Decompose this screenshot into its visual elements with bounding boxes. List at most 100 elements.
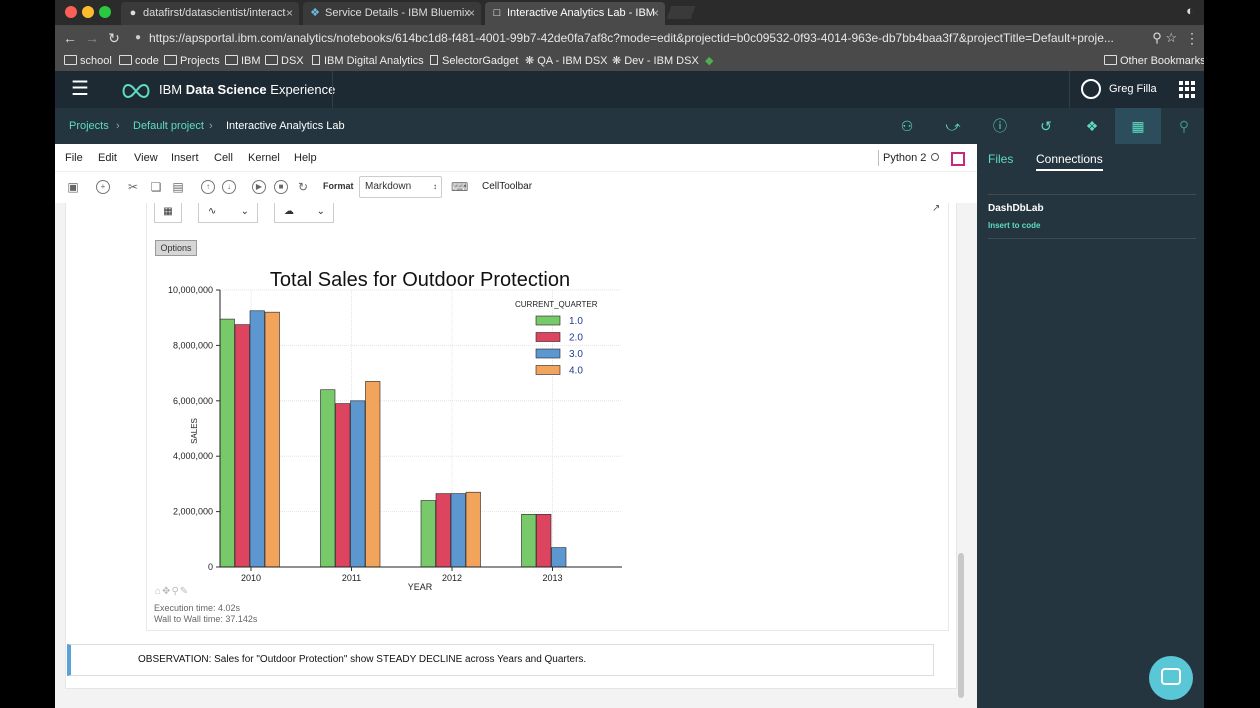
- maximize-window-button[interactable]: [99, 6, 111, 18]
- move-down-icon[interactable]: ↓: [222, 180, 236, 194]
- menu-kernel[interactable]: Kernel: [248, 152, 280, 164]
- restart-icon[interactable]: ↻: [296, 180, 310, 194]
- bookmark-folder[interactable]: school: [64, 54, 112, 68]
- chat-icon: [1161, 668, 1181, 685]
- zoom-icon[interactable]: ⚲: [171, 586, 179, 597]
- add-cell-icon[interactable]: +: [96, 180, 110, 194]
- kernel-name: Python 2: [883, 152, 927, 164]
- extension-bookmark[interactable]: ◆: [705, 54, 713, 68]
- bookmark-label: DSX: [281, 55, 304, 67]
- bookmark-link[interactable]: ❋ QA - IBM DSX: [525, 54, 608, 68]
- minimize-window-button[interactable]: [82, 6, 94, 18]
- menu-view[interactable]: View: [134, 152, 158, 164]
- share-icon[interactable]: ⤻: [930, 108, 976, 144]
- bookmark-folder[interactable]: code: [119, 54, 159, 68]
- chevron-down-icon: ⌄: [316, 206, 325, 217]
- close-window-button[interactable]: [65, 6, 77, 18]
- bookmark-star-icon[interactable]: ☆: [1165, 30, 1177, 45]
- page-icon: [430, 55, 438, 65]
- expand-icon[interactable]: ↗: [932, 203, 940, 214]
- save-icon[interactable]: ▣: [66, 180, 80, 194]
- cloud-download-icon: ☁: [284, 206, 294, 217]
- close-tab-icon[interactable]: ×: [286, 2, 293, 25]
- cut-icon[interactable]: ✂: [126, 180, 140, 194]
- code-cell[interactable]: ▦ ∿ ⌄ ☁ ⌄ ↗ Options 0 2,000,000 4,000,000 6,0…: [65, 203, 957, 689]
- close-tab-icon[interactable]: ×: [652, 2, 659, 25]
- menu-edit[interactable]: Edit: [98, 152, 117, 164]
- menu-dots-icon[interactable]: ⋮: [1183, 29, 1201, 47]
- format-select[interactable]: Markdown ↕: [359, 176, 442, 198]
- browser-tab[interactable]: ● datafirst/datascientist/interact ×: [121, 2, 299, 25]
- paste-icon[interactable]: ▤: [171, 180, 185, 194]
- scrollbar[interactable]: [958, 553, 964, 698]
- browser-tab-active[interactable]: □ Interactive Analytics Lab - IBM ×: [485, 2, 665, 25]
- keyboard-icon[interactable]: ⌨: [451, 180, 468, 194]
- bookmark-link[interactable]: SelectorGadget: [430, 54, 518, 68]
- other-bookmarks[interactable]: Other Bookmarks: [1104, 54, 1204, 68]
- info-icon[interactable]: ⓘ: [977, 108, 1023, 144]
- legend-swatch: [535, 315, 561, 326]
- menu-help[interactable]: Help: [294, 152, 317, 164]
- celltoolbar-button[interactable]: CellToolbar: [482, 181, 532, 192]
- user-menu[interactable]: Greg Filla: [1081, 71, 1157, 108]
- search-icon[interactable]: ⚲: [1161, 108, 1204, 144]
- insert-to-code-link[interactable]: Insert to code: [988, 221, 1040, 230]
- download-dropdown[interactable]: ☁ ⌄: [274, 203, 334, 223]
- options-button[interactable]: Options: [155, 240, 197, 256]
- tab-connections[interactable]: Connections: [1036, 152, 1103, 171]
- back-icon[interactable]: ←: [61, 29, 79, 47]
- browser-tab[interactable]: ❖ Service Details - IBM Bluemix ×: [303, 2, 481, 25]
- zoom-icon[interactable]: ⚲: [1152, 30, 1162, 45]
- apps-grid-icon[interactable]: [1179, 81, 1196, 98]
- data-icon[interactable]: ▦: [1115, 108, 1161, 144]
- menu-insert[interactable]: Insert: [171, 152, 199, 164]
- lock-icon: ●: [135, 32, 142, 43]
- markdown-cell[interactable]: OBSERVATION: Sales for "Outdoor Protecti…: [67, 644, 934, 676]
- kernel-indicator: Python 2: [878, 150, 940, 166]
- move-up-icon[interactable]: ↑: [201, 180, 215, 194]
- y-tick-label: 10,000,000: [168, 285, 213, 295]
- versions-icon[interactable]: ↺: [1023, 108, 1069, 144]
- bar: [450, 493, 466, 568]
- copy-icon[interactable]: ❏: [149, 180, 163, 194]
- url-field[interactable]: ● https://apsportal.ibm.com/analytics/no…: [129, 28, 1181, 48]
- hamburger-menu-icon[interactable]: ☰: [55, 71, 105, 108]
- breadcrumb-project[interactable]: Default project: [133, 108, 204, 144]
- breadcrumb-projects[interactable]: Projects: [69, 108, 109, 144]
- address-bar-row: ← → ↻ ● https://apsportal.ibm.com/analyt…: [55, 25, 1204, 51]
- legend-swatch: [535, 332, 561, 342]
- close-tab-icon[interactable]: ×: [468, 2, 475, 25]
- table-view-icon[interactable]: ▦: [154, 203, 182, 223]
- tab-files[interactable]: Files: [988, 152, 1013, 166]
- new-tab-button[interactable]: [666, 6, 696, 19]
- stop-icon[interactable]: ■: [274, 180, 288, 194]
- bookmark-folder[interactable]: DSX: [265, 54, 304, 68]
- expand-panel-icon[interactable]: [951, 152, 965, 166]
- brand[interactable]: IBM Data Science Experience: [119, 71, 335, 108]
- bookmark-link[interactable]: IBM Digital Analytics: [312, 54, 424, 68]
- avatar: [1081, 79, 1101, 100]
- diamond-icon: ◆: [705, 55, 714, 67]
- y-tick-label: 0: [208, 562, 213, 572]
- divider: [1069, 71, 1070, 108]
- y-tick-label: 8,000,000: [173, 340, 213, 350]
- bookmark-link[interactable]: ❋ Dev - IBM DSX: [612, 54, 699, 68]
- divider: [988, 238, 1196, 239]
- reload-icon[interactable]: ↻: [105, 29, 123, 47]
- forward-icon[interactable]: →: [83, 29, 101, 47]
- home-icon[interactable]: ⌂: [155, 586, 162, 597]
- palette-icon[interactable]: ❖: [1069, 108, 1115, 144]
- chart-type-dropdown[interactable]: ∿ ⌄: [198, 203, 258, 223]
- chat-button[interactable]: [1149, 656, 1193, 700]
- run-icon[interactable]: ▶: [252, 180, 266, 194]
- legend-label: 3.0: [569, 349, 583, 360]
- legend-label: 2.0: [569, 333, 583, 344]
- menu-cell[interactable]: Cell: [214, 152, 233, 164]
- bookmark-folder[interactable]: IBM: [225, 54, 261, 68]
- bookmark-folder[interactable]: Projects: [164, 54, 220, 68]
- bar-chart: 0 2,000,000 4,000,000 6,000,000 8,000,000 10,…: [168, 269, 622, 592]
- save-plot-icon[interactable]: ✎: [180, 586, 189, 597]
- menu-file[interactable]: File: [65, 152, 83, 164]
- flask-icon[interactable]: ⚇: [884, 108, 930, 144]
- bar: [435, 493, 451, 568]
